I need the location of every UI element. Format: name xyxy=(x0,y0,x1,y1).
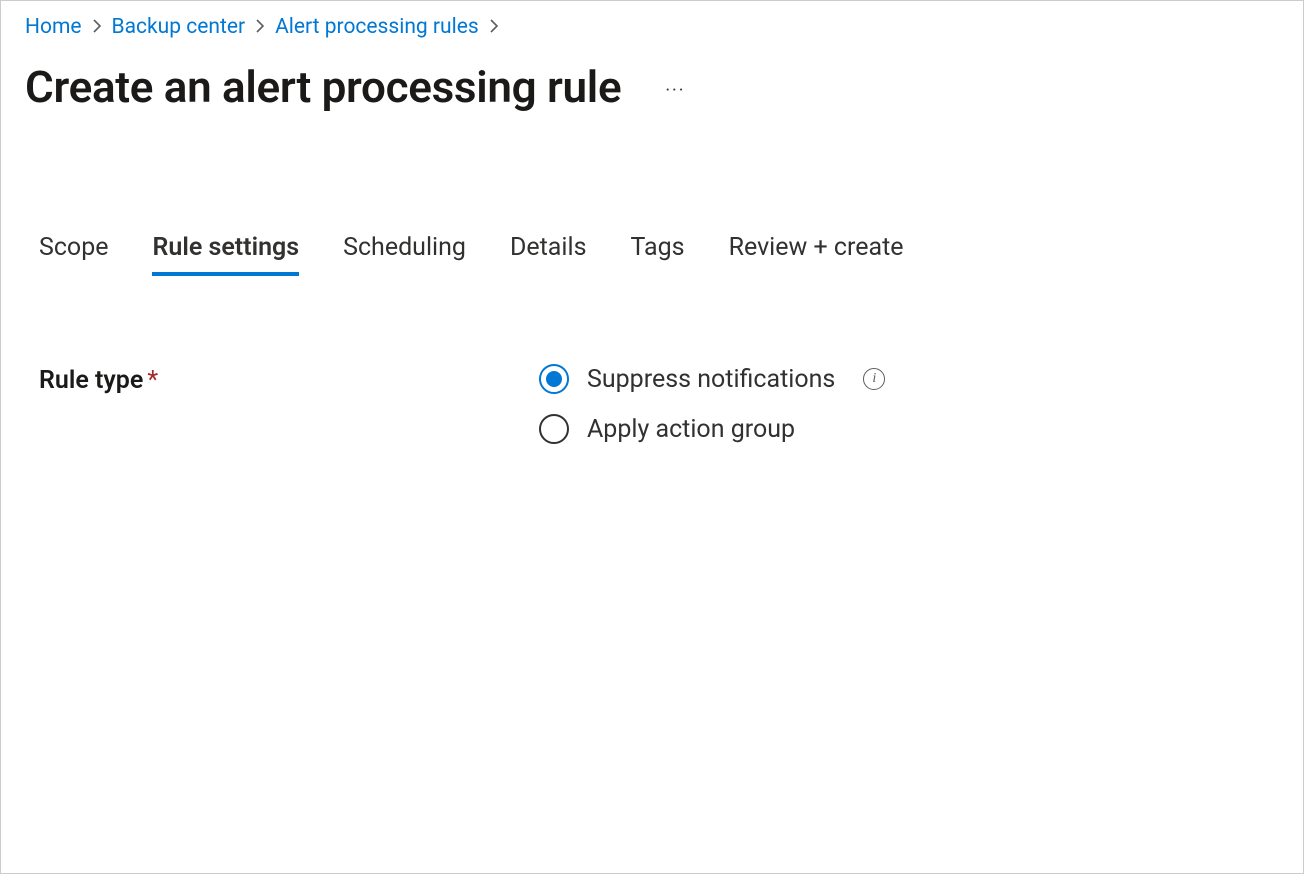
breadcrumb-link-backup-center[interactable]: Backup center xyxy=(112,15,246,39)
breadcrumb-link-alert-processing-rules[interactable]: Alert processing rules xyxy=(275,15,479,39)
rule-type-label: Rule type* xyxy=(39,364,539,395)
tab-details[interactable]: Details xyxy=(510,233,587,276)
page-title: Create an alert processing rule xyxy=(25,61,621,113)
breadcrumb: Home Backup center Alert processing rule… xyxy=(25,15,1279,39)
tab-scheduling[interactable]: Scheduling xyxy=(343,233,466,276)
radio-icon xyxy=(539,414,569,444)
breadcrumb-link-home[interactable]: Home xyxy=(25,15,82,39)
radio-label: Apply action group xyxy=(587,415,795,444)
radio-icon xyxy=(539,364,569,394)
more-actions-button[interactable]: ··· xyxy=(657,78,693,104)
tabs: Scope Rule settings Scheduling Details T… xyxy=(25,233,1279,276)
chevron-right-icon xyxy=(92,18,102,37)
tab-rule-settings[interactable]: Rule settings xyxy=(152,233,299,276)
tab-scope[interactable]: Scope xyxy=(39,233,108,276)
title-row: Create an alert processing rule ··· xyxy=(25,61,1279,113)
radio-label: Suppress notifications xyxy=(587,365,835,394)
required-indicator: * xyxy=(147,366,158,395)
rule-type-radio-group: Suppress notifications i Apply action gr… xyxy=(539,364,885,444)
radio-suppress-notifications[interactable]: Suppress notifications i xyxy=(539,364,885,394)
form-row-rule-type: Rule type* Suppress notifications i Appl… xyxy=(25,364,1279,444)
chevron-right-icon xyxy=(489,18,499,37)
radio-apply-action-group[interactable]: Apply action group xyxy=(539,414,885,444)
chevron-right-icon xyxy=(255,18,265,37)
tab-tags[interactable]: Tags xyxy=(630,233,684,276)
info-icon[interactable]: i xyxy=(863,368,885,390)
tab-review-create[interactable]: Review + create xyxy=(729,233,904,276)
